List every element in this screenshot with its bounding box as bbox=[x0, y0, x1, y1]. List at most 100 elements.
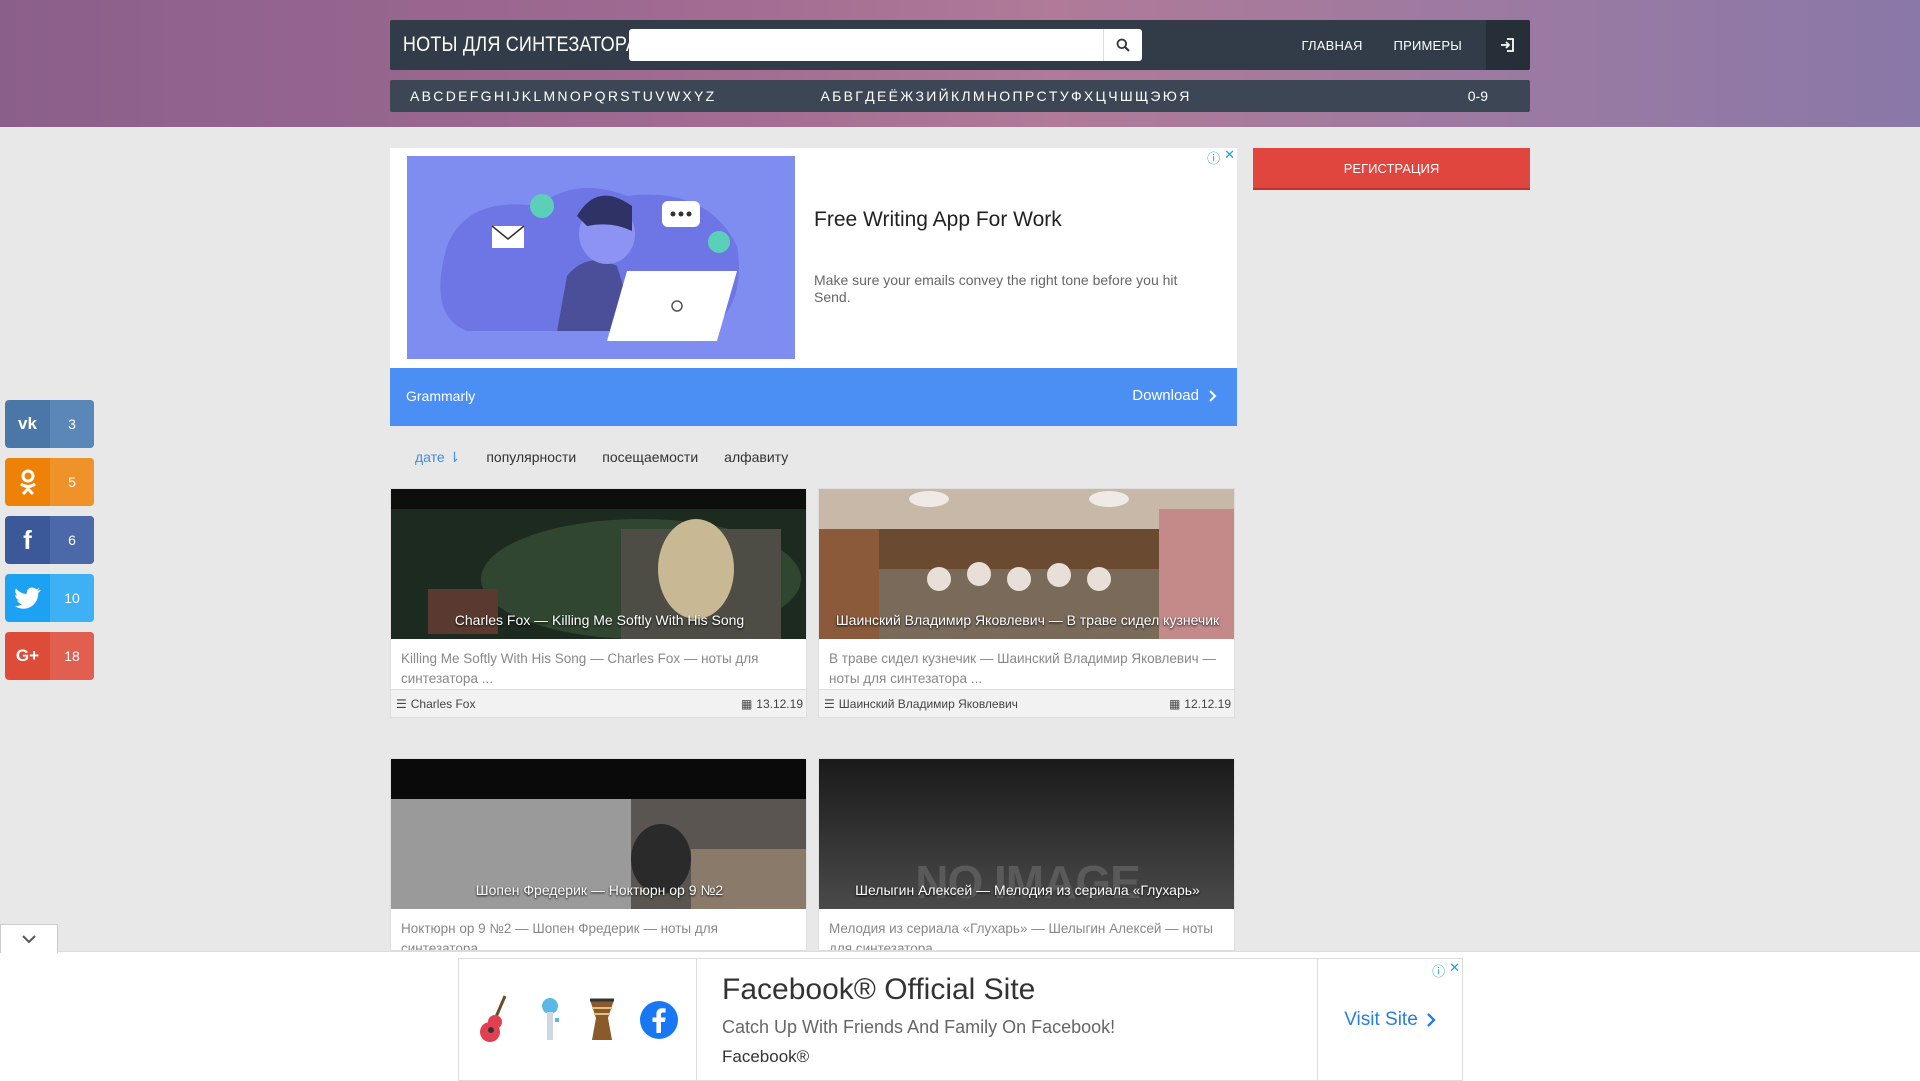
latin-letter[interactable]: H bbox=[494, 88, 504, 104]
latin-letter[interactable]: O bbox=[570, 88, 581, 104]
search-input[interactable] bbox=[629, 29, 1103, 61]
cyrillic-letter[interactable]: Ю bbox=[1163, 88, 1177, 104]
latin-letter[interactable]: Y bbox=[694, 88, 703, 104]
song-card[interactable]: NO IMAGE Шелыгин Алексей — Мелодия из се… bbox=[818, 758, 1235, 951]
card-caption[interactable]: Шопен Фредерик — Ноктюрн ор 9 №2 bbox=[391, 882, 806, 898]
cyrillic-letter[interactable]: Е bbox=[877, 88, 886, 104]
cyrillic-letter[interactable]: К bbox=[951, 88, 959, 104]
ad-download-button[interactable]: Download bbox=[1132, 387, 1217, 404]
card-caption[interactable]: Шаинский Владимир Яковлевич — В траве си… bbox=[819, 612, 1234, 628]
cyrillic-letter[interactable]: Р bbox=[1025, 88, 1034, 104]
latin-letter[interactable]: V bbox=[655, 88, 664, 104]
ad-info-icon[interactable]: ⓘ bbox=[1207, 148, 1220, 167]
ad-choices[interactable]: ⓘ ✕ bbox=[1207, 148, 1235, 167]
ad-info-icon[interactable]: ⓘ bbox=[1432, 961, 1445, 980]
cyrillic-letter[interactable]: У bbox=[1060, 88, 1069, 104]
ad-footer[interactable]: Grammarly Download bbox=[390, 368, 1237, 426]
sort-by-date[interactable]: дате ⇂ bbox=[415, 449, 460, 466]
latin-letter[interactable]: W bbox=[667, 88, 680, 104]
sort-by-alphabet[interactable]: алфавиту bbox=[724, 449, 788, 466]
nav-examples[interactable]: ПРИМЕРЫ bbox=[1394, 38, 1462, 53]
latin-letter[interactable]: F bbox=[470, 88, 479, 104]
cyrillic-letter[interactable]: З bbox=[915, 88, 923, 104]
latin-letter[interactable]: N bbox=[557, 88, 567, 104]
collapse-ad-button[interactable] bbox=[0, 924, 58, 953]
latin-letter[interactable]: Z bbox=[706, 88, 715, 104]
login-button[interactable] bbox=[1486, 20, 1530, 70]
latin-letter[interactable]: A bbox=[410, 88, 419, 104]
latin-letter[interactable]: G bbox=[481, 88, 492, 104]
cyrillic-letter[interactable]: Н bbox=[987, 88, 997, 104]
latin-letter[interactable]: D bbox=[446, 88, 456, 104]
card-caption[interactable]: Шелыгин Алексей — Мелодия из сериала «Гл… bbox=[819, 882, 1234, 898]
cyrillic-letter[interactable]: Д bbox=[865, 88, 874, 104]
ad-title[interactable]: Free Writing App For Work bbox=[814, 208, 1062, 232]
latin-letter[interactable]: M bbox=[543, 88, 555, 104]
latin-letter[interactable]: Q bbox=[595, 88, 606, 104]
latin-letter[interactable]: E bbox=[458, 88, 467, 104]
share-googleplus[interactable]: G+ 18 bbox=[5, 632, 94, 680]
letter-digits[interactable]: 0-9 bbox=[1468, 88, 1488, 104]
search-button[interactable] bbox=[1103, 29, 1142, 61]
ad-choices[interactable]: ⓘ ✕ bbox=[1432, 961, 1460, 980]
latin-letter[interactable]: R bbox=[608, 88, 618, 104]
latin-letter[interactable]: B bbox=[422, 88, 431, 104]
card-author[interactable]: ☰ Charles Fox bbox=[396, 697, 475, 711]
latin-letter[interactable]: P bbox=[583, 88, 592, 104]
card-thumbnail[interactable]: NO IMAGE Шелыгин Алексей — Мелодия из се… bbox=[819, 759, 1234, 909]
cyrillic-letter[interactable]: Щ bbox=[1135, 88, 1148, 104]
song-card[interactable]: Шаинский Владимир Яковлевич — В траве си… bbox=[818, 488, 1235, 718]
latin-letter[interactable]: T bbox=[632, 88, 641, 104]
latin-letter[interactable]: C bbox=[433, 88, 443, 104]
site-title[interactable]: НОТЫ ДЛЯ СИНТЕЗАТОРА bbox=[390, 33, 638, 57]
latin-letter[interactable]: S bbox=[620, 88, 629, 104]
cyrillic-letter[interactable]: Г bbox=[855, 88, 863, 104]
cyrillic-letter[interactable]: Ч bbox=[1108, 88, 1117, 104]
cyrillic-letter[interactable]: Й bbox=[939, 88, 949, 104]
ad-close-icon[interactable]: ✕ bbox=[1449, 961, 1460, 980]
cyrillic-letter[interactable]: Л bbox=[961, 88, 970, 104]
share-twitter[interactable]: 10 bbox=[5, 574, 94, 622]
cyrillic-letter[interactable]: П bbox=[1012, 88, 1022, 104]
latin-letter[interactable]: L bbox=[533, 88, 541, 104]
song-card[interactable]: Charles Fox — Killing Me Softly With His… bbox=[390, 488, 807, 718]
share-vk[interactable]: vk 3 bbox=[5, 400, 94, 448]
cyrillic-letter[interactable]: Ф bbox=[1071, 88, 1082, 104]
cyrillic-letter[interactable]: Э bbox=[1150, 88, 1160, 104]
card-caption[interactable]: Charles Fox — Killing Me Softly With His… bbox=[391, 612, 806, 628]
ad-banner-facebook[interactable]: Facebook® Official Site Catch Up With Fr… bbox=[458, 958, 1463, 1081]
sort-by-popularity[interactable]: популярности bbox=[486, 449, 576, 466]
cyrillic-letter[interactable]: И bbox=[926, 88, 936, 104]
nav-home[interactable]: ГЛАВНАЯ bbox=[1302, 38, 1363, 53]
ad-title[interactable]: Facebook® Official Site bbox=[722, 973, 1035, 1007]
latin-letter[interactable]: J bbox=[512, 88, 519, 104]
ad-banner-grammarly[interactable]: ⓘ ✕ Free Writing App For Work Make sure … bbox=[390, 148, 1237, 426]
latin-letter[interactable]: K bbox=[522, 88, 531, 104]
cyrillic-letter[interactable]: А bbox=[821, 88, 830, 104]
share-ok[interactable]: 5 bbox=[5, 458, 94, 506]
cyrillic-letter[interactable]: Ё bbox=[889, 88, 898, 104]
card-thumbnail[interactable]: Шопен Фредерик — Ноктюрн ор 9 №2 bbox=[391, 759, 806, 909]
cyrillic-letter[interactable]: Ж bbox=[900, 88, 913, 104]
cyrillic-letter[interactable]: Ш bbox=[1120, 88, 1133, 104]
share-facebook[interactable]: f 6 bbox=[5, 516, 94, 564]
card-thumbnail[interactable]: Шаинский Владимир Яковлевич — В траве си… bbox=[819, 489, 1234, 639]
cyrillic-letter[interactable]: Ц bbox=[1096, 88, 1106, 104]
cyrillic-letter[interactable]: Б bbox=[832, 88, 841, 104]
card-thumbnail[interactable]: Charles Fox — Killing Me Softly With His… bbox=[391, 489, 806, 639]
cyrillic-letter[interactable]: С bbox=[1036, 88, 1046, 104]
ad-close-icon[interactable]: ✕ bbox=[1224, 148, 1235, 167]
register-button[interactable]: РЕГИСТРАЦИЯ bbox=[1253, 148, 1530, 190]
cyrillic-letter[interactable]: Я bbox=[1179, 88, 1189, 104]
latin-letter[interactable]: U bbox=[643, 88, 653, 104]
latin-letter[interactable]: X bbox=[682, 88, 691, 104]
cyrillic-letter[interactable]: М bbox=[973, 88, 985, 104]
card-author[interactable]: ☰ Шаинский Владимир Яковлевич bbox=[824, 697, 1018, 711]
cyrillic-letter[interactable]: Х bbox=[1084, 88, 1093, 104]
cyrillic-letter[interactable]: В bbox=[844, 88, 853, 104]
sort-by-visits[interactable]: посещаемости bbox=[602, 449, 698, 466]
latin-letter[interactable]: I bbox=[506, 88, 510, 104]
cyrillic-letter[interactable]: Т bbox=[1049, 88, 1058, 104]
cyrillic-letter[interactable]: О bbox=[999, 88, 1010, 104]
song-card[interactable]: Шопен Фредерик — Ноктюрн ор 9 №2 Ноктюрн… bbox=[390, 758, 807, 951]
